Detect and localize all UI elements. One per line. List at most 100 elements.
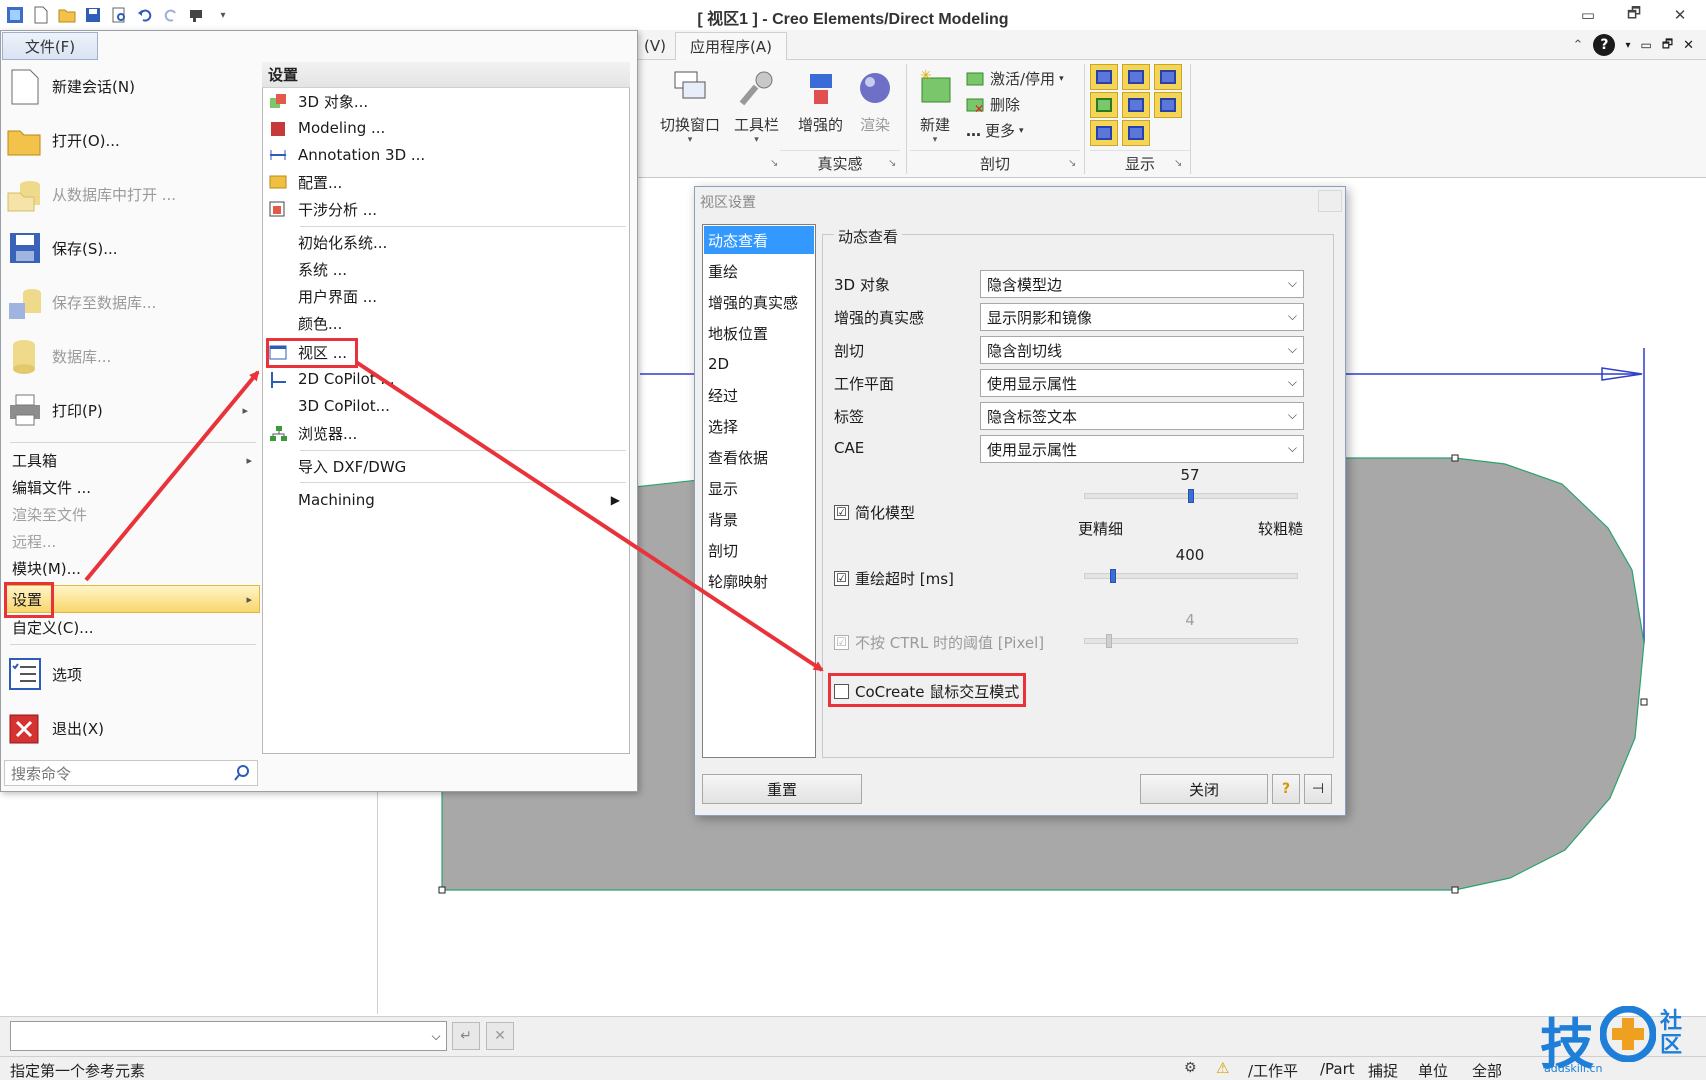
enhanced-realism-button[interactable]: 增强的	[798, 68, 843, 135]
new-session-item[interactable]: 新建会话(N)	[6, 62, 256, 110]
vertex-marker[interactable]	[438, 886, 446, 894]
select-workplane[interactable]: 使用显示属性 ⌵	[980, 369, 1304, 397]
tab-applications[interactable]: 应用程序(A)	[675, 32, 787, 60]
slider-thumb[interactable]	[1188, 489, 1194, 503]
help-dropdown-icon[interactable]: ▾	[1625, 40, 1630, 51]
select-section[interactable]: 隐含剖切线 ⌵	[980, 336, 1304, 364]
exit-item[interactable]: 退出(X)	[6, 704, 256, 752]
submenu-item-ui[interactable]: 用户界面 ...	[268, 283, 624, 309]
more-button[interactable]: … 更多 ▾	[966, 120, 1024, 141]
minimize-button[interactable]: ▭	[1576, 4, 1600, 26]
submenu-item-2d-copilot[interactable]: 2D CoPilot ...	[268, 366, 624, 392]
mdi-minimize-icon[interactable]: ▭	[1640, 38, 1651, 52]
command-cancel-button[interactable]: ✕	[486, 1022, 514, 1050]
switch-window-button[interactable]: 切换窗口 ▾	[660, 68, 720, 145]
nav-item-selection[interactable]: 选择	[704, 412, 814, 440]
redraw-timeout-slider[interactable]	[1084, 569, 1298, 583]
group-launcher-icon[interactable]: ↘	[888, 158, 896, 169]
mdi-restore-icon[interactable]: 🗗	[1662, 35, 1673, 56]
status-workplane[interactable]: /工作平	[1248, 1060, 1298, 1080]
submenu-item-import-dxf[interactable]: 导入 DXF/DWG	[268, 453, 624, 479]
submenu-item-3d-copilot[interactable]: 3D CoPilot...	[268, 393, 624, 419]
nav-item-dynamic-view[interactable]: 动态查看	[704, 226, 814, 254]
toolbar-button[interactable]: 工具栏 ▾	[734, 68, 779, 145]
submenu-item-init-system[interactable]: 初始化系统...	[268, 229, 624, 255]
close-dialog-button[interactable]: 关闭	[1140, 774, 1268, 804]
status-units[interactable]: 单位	[1418, 1060, 1448, 1080]
display-face-icon[interactable]	[1122, 92, 1150, 118]
submenu-item-annotation[interactable]: Annotation 3D ...	[268, 142, 624, 168]
vertex-marker[interactable]	[1451, 454, 1459, 462]
submenu-item-system[interactable]: 系统 ...	[268, 256, 624, 282]
command-dropdown-icon[interactable]: ⌵	[426, 1022, 446, 1050]
nav-item-background[interactable]: 背景	[704, 505, 814, 533]
pin-icon[interactable]: ⊣	[1304, 774, 1332, 804]
display-shaded-icon[interactable]	[1090, 64, 1118, 90]
module-item[interactable]: 模块(M)...	[12, 555, 260, 581]
submenu-item-modeling[interactable]: Modeling ...	[268, 115, 624, 141]
select-enhanced-realism[interactable]: 显示阴影和镜像 ⌵	[980, 303, 1304, 331]
remote-item[interactable]: 远程...	[12, 528, 260, 554]
nav-item-section[interactable]: 剖切	[704, 536, 814, 564]
open-item[interactable]: 打开(O)...	[6, 116, 256, 164]
select-3d-objects[interactable]: 隐含模型边 ⌵	[980, 270, 1304, 298]
select-labels[interactable]: 隐含标签文本 ⌵	[980, 402, 1304, 430]
submenu-item-machining[interactable]: Machining ▶	[268, 487, 624, 513]
display-box-icon[interactable]	[1154, 92, 1182, 118]
nav-item-passing[interactable]: 经过	[704, 381, 814, 409]
submenu-item-interference[interactable]: 干涉分析 ...	[268, 196, 624, 222]
ribbon-collapse-icon[interactable]: ⌃	[1573, 38, 1584, 53]
status-all[interactable]: 全部	[1472, 1060, 1502, 1080]
status-part[interactable]: /Part	[1320, 1060, 1355, 1078]
select-cae[interactable]: 使用显示属性 ⌵	[980, 435, 1304, 463]
status-snap[interactable]: 捕捉	[1368, 1060, 1398, 1080]
reset-button[interactable]: 重置	[702, 774, 862, 804]
display-dim-icon[interactable]	[1090, 120, 1118, 146]
display-edge-icon[interactable]	[1090, 92, 1118, 118]
search-icon[interactable]	[233, 764, 251, 782]
nav-item-floor-position[interactable]: 地板位置	[704, 319, 814, 347]
status-filter-icon[interactable]: ⚙	[1184, 1060, 1197, 1076]
render-to-file-item[interactable]: 渲染至文件	[12, 501, 260, 527]
search-command-input[interactable]: 搜索命令	[4, 760, 258, 786]
delete-section-button[interactable]: ✕ 删除	[966, 94, 1020, 115]
group-launcher-icon[interactable]: ↘	[770, 158, 778, 169]
submenu-item-color[interactable]: 颜色...	[268, 310, 624, 336]
display-wire-icon[interactable]	[1154, 64, 1182, 90]
render-button[interactable]: 渲染	[856, 68, 894, 135]
display-copy-icon[interactable]	[1122, 120, 1150, 146]
mdi-close-icon[interactable]: ✕	[1683, 38, 1694, 53]
checkbox-box[interactable]: ☑	[834, 571, 849, 586]
options-item[interactable]: 选项	[6, 650, 256, 698]
nav-item-silhouette[interactable]: 轮廓映射	[704, 567, 814, 595]
nav-item-redraw[interactable]: 重绘	[704, 257, 814, 285]
nav-item-view-by[interactable]: 查看依据	[704, 443, 814, 471]
command-enter-button[interactable]: ↵	[452, 1022, 480, 1050]
edit-file-item[interactable]: 编辑文件 ...	[12, 474, 260, 500]
help-icon[interactable]: ?	[1272, 774, 1300, 804]
toolbox-item[interactable]: 工具箱 ▸	[12, 447, 260, 473]
file-menu-tab[interactable]: 文件(F)	[2, 32, 98, 60]
save-item[interactable]: 保存(S)...	[6, 224, 256, 272]
checkbox-box[interactable]: ☑	[834, 505, 849, 520]
help-icon[interactable]: ?	[1593, 34, 1616, 56]
vertex-marker[interactable]	[1640, 698, 1648, 706]
database-item[interactable]: 数据库...	[6, 332, 256, 380]
nav-item-enhanced-realism[interactable]: 增强的真实感	[704, 288, 814, 316]
activate-button[interactable]: 激活/停用 ▾	[966, 68, 1064, 89]
group-launcher-icon[interactable]: ↘	[1068, 158, 1076, 169]
open-from-database-item[interactable]: 从数据库中打开 ...	[6, 170, 256, 218]
close-window-button[interactable]: ✕	[1668, 4, 1692, 26]
display-hidden-icon[interactable]	[1122, 64, 1150, 90]
submenu-item-3d-objects[interactable]: 3D 对象...	[268, 88, 624, 114]
slider-thumb[interactable]	[1110, 569, 1116, 583]
nav-item-display[interactable]: 显示	[704, 474, 814, 502]
redraw-timeout-checkbox[interactable]: ☑ 重绘超时 [ms]	[834, 568, 954, 589]
new-section-button[interactable]: ✳ 新建 ▾	[916, 68, 954, 145]
simplify-slider[interactable]	[1084, 489, 1298, 503]
group-launcher-icon[interactable]: ↘	[1174, 158, 1182, 169]
command-input[interactable]	[10, 1021, 447, 1051]
vertex-marker[interactable]	[1451, 886, 1459, 894]
nav-item-2d[interactable]: 2D	[704, 350, 814, 378]
simplify-checkbox[interactable]: ☑ 简化模型	[834, 502, 915, 523]
